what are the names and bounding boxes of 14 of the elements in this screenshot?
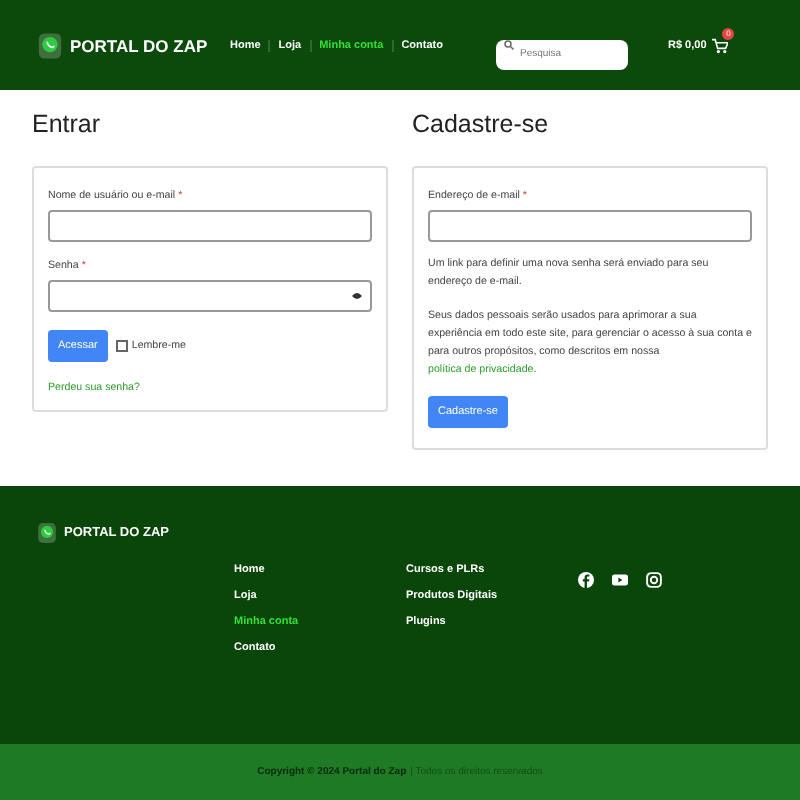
logo-icon bbox=[36, 31, 64, 59]
remember-checkbox[interactable] bbox=[115, 340, 128, 352]
logo-icon bbox=[36, 522, 58, 544]
facebook-icon[interactable] bbox=[578, 572, 594, 588]
eye-icon[interactable] bbox=[352, 292, 362, 300]
section-heading: Cadastre-se bbox=[412, 110, 551, 138]
text-field[interactable] bbox=[428, 210, 752, 242]
site-logo[interactable]: PORTAL DO ZAP bbox=[70, 35, 208, 55]
cart-icon[interactable] bbox=[712, 37, 729, 53]
password-field[interactable] bbox=[48, 280, 372, 312]
text-field[interactable] bbox=[48, 210, 372, 242]
section-heading: Entrar bbox=[32, 110, 103, 138]
instagram-icon[interactable] bbox=[646, 572, 662, 588]
youtube-icon[interactable] bbox=[612, 572, 628, 588]
